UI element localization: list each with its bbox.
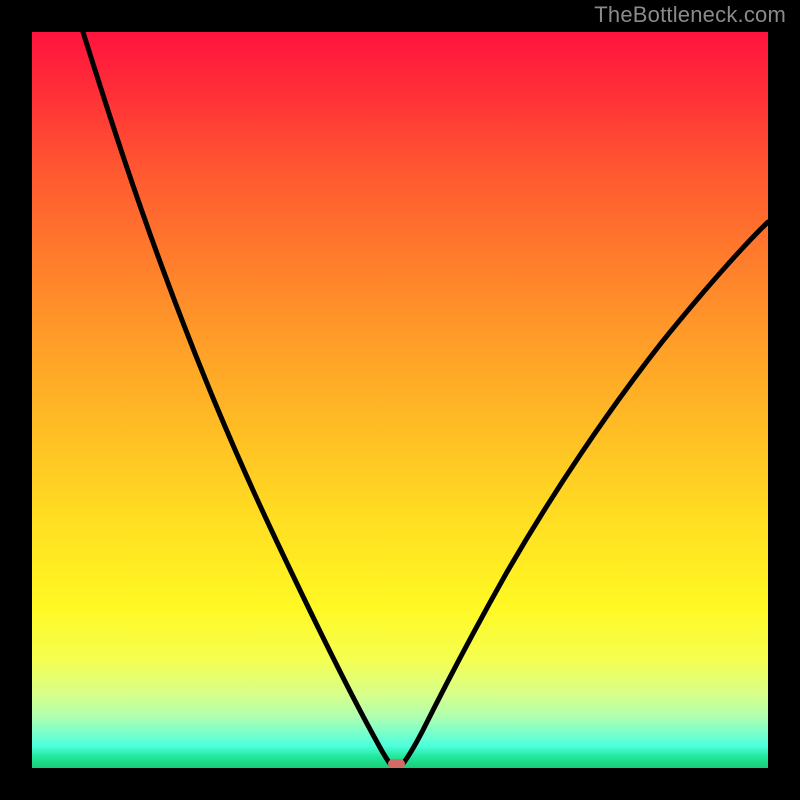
minimum-marker xyxy=(388,759,405,768)
curve-layer xyxy=(32,32,768,768)
chart-frame: TheBottleneck.com xyxy=(0,0,800,800)
plot-area xyxy=(32,32,768,768)
bottleneck-curve xyxy=(83,32,768,767)
watermark-text: TheBottleneck.com xyxy=(594,2,786,28)
